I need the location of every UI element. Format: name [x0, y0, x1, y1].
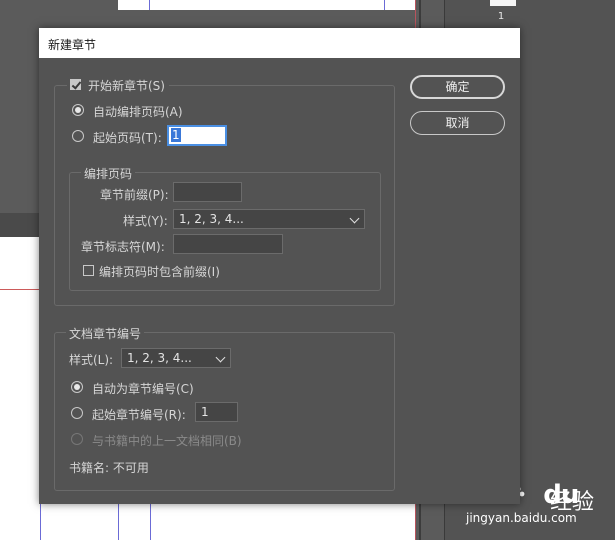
prefix-input[interactable] — [173, 182, 242, 202]
bleed-guide — [0, 289, 40, 290]
margin-guide — [149, 0, 150, 10]
page-number-label: 1 — [497, 11, 505, 22]
pasteboard-strip — [0, 213, 40, 237]
start-chapter-label: 起始章节编号(R): — [92, 408, 186, 422]
chevron-down-icon — [215, 352, 226, 363]
section-marker-label: 章节标志符(M): — [81, 240, 165, 254]
new-section-dialog: 新建章节 开始新章节(S) 自动编排页码(A) 起始页码(T): 1 编排页码 … — [39, 28, 520, 504]
auto-chapter-label: 自动为章节编号(C) — [92, 382, 194, 396]
start-page-radio[interactable] — [72, 130, 84, 142]
start-section-label: 开始新章节(S) — [88, 79, 165, 93]
same-as-previous-label: 与书籍中的上一文档相同(B) — [92, 434, 242, 448]
chapter-numbering-legend: 文档章节编号 — [66, 325, 145, 342]
dialog-title: 新建章节 — [48, 38, 97, 52]
margin-guide — [40, 503, 41, 540]
auto-page-label: 自动编排页码(A) — [93, 105, 183, 119]
dialog-titlebar[interactable]: 新建章节 — [39, 28, 520, 58]
book-name-label: 书籍名: 不可用 — [69, 461, 149, 475]
start-page-label: 起始页码(T): — [93, 131, 162, 145]
page-style-select[interactable]: 1, 2, 3, 4... — [173, 209, 365, 229]
start-chapter-radio[interactable] — [71, 407, 83, 419]
prefix-label: 章节前缀(P): — [100, 188, 169, 202]
auto-page-radio[interactable] — [72, 104, 84, 116]
page-style-label: 样式(Y): — [123, 214, 168, 228]
start-chapter-input[interactable]: 1 — [195, 402, 238, 422]
chapter-style-select[interactable]: 1, 2, 3, 4... — [121, 348, 231, 368]
margin-guide — [118, 503, 119, 540]
start-section-checkbox[interactable] — [70, 79, 81, 90]
document-page-bottom — [40, 503, 416, 540]
watermark-url: jingyan.baidu.com — [466, 511, 577, 525]
cancel-button[interactable]: 取消 — [410, 111, 505, 135]
chevron-down-icon — [349, 213, 360, 224]
start-page-input[interactable]: 1 — [167, 125, 227, 146]
document-page-top — [118, 0, 416, 10]
include-prefix-label: 编排页码时包含前缀(I) — [99, 265, 220, 279]
section-marker-input[interactable] — [173, 234, 283, 254]
auto-chapter-radio[interactable] — [71, 381, 83, 393]
same-as-previous-radio[interactable] — [71, 433, 83, 445]
chapter-style-label: 样式(L): — [69, 353, 114, 367]
start-section-legend: 开始新章节(S) — [67, 77, 169, 93]
ok-button[interactable]: 确定 — [410, 75, 505, 99]
margin-guide — [150, 503, 151, 540]
margin-guide — [384, 0, 385, 10]
include-prefix-checkbox[interactable] — [83, 265, 94, 276]
page-numbering-legend: 编排页码 — [81, 165, 136, 182]
document-page-left — [0, 213, 40, 540]
page-thumbnail[interactable] — [490, 0, 516, 6]
